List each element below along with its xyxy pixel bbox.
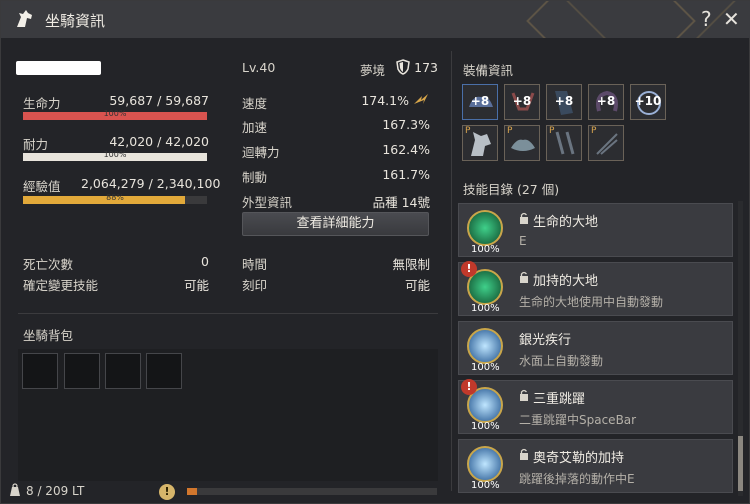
appearance-value: 品種 14號 (372, 195, 430, 210)
engrave-value: 可能 (404, 278, 430, 293)
close-button[interactable]: ✕ (723, 8, 740, 30)
enhance-level: +8 (596, 94, 616, 108)
skill-name: 三重跳躍 (533, 392, 586, 407)
pearl-badge: P (549, 126, 555, 136)
enhance-level: +8 (554, 94, 574, 108)
lock-icon (520, 389, 528, 401)
column-divider (451, 51, 452, 491)
weight-bar (187, 488, 437, 495)
hp-value: 59,687 / 59,687 (109, 93, 209, 108)
skill-desc: 跳躍後掉落的動作中E (519, 472, 635, 486)
title-bar[interactable]: 坐騎資訊 ? ✕ (1, 1, 750, 38)
skill-icon (467, 210, 503, 246)
hp-percent: 100% (103, 109, 127, 118)
engrave-label: 刻印 (242, 278, 268, 293)
equip-slot-costume-stirrups[interactable]: P (546, 125, 582, 161)
skill-name: 奧奇艾勒的加持 (533, 451, 625, 466)
warning-icon: ! (461, 261, 477, 277)
braking-value: 161.7% (382, 167, 430, 182)
bag-slot[interactable] (64, 353, 100, 389)
enhance-level: +10 (634, 94, 662, 108)
equipment-title: 裝備資訊 (463, 63, 514, 78)
weight-icon (10, 483, 20, 496)
speed-value: 174.1% (361, 93, 409, 108)
lock-icon (520, 448, 528, 460)
exp-bar: 88% (23, 193, 207, 204)
skill-name: 生命的大地 (533, 215, 599, 230)
mount-name-redacted (16, 61, 101, 75)
skill-item[interactable]: 100% ! 三重跳躍 二重跳躍中SpaceBar (458, 379, 733, 434)
equip-slot-costume-saddle[interactable]: P (504, 125, 540, 161)
bag-slot[interactable] (22, 353, 58, 389)
appearance-label: 外型資訊 (242, 195, 293, 210)
time-value: 無限制 (392, 257, 430, 272)
skill-item[interactable]: 100% 銀光疾行 水面上自動發動 (458, 321, 733, 375)
warning-icon: ! (159, 484, 175, 500)
turning-value: 162.4% (382, 142, 430, 157)
equip-slot-barding[interactable]: +8 (546, 84, 582, 120)
equip-slot-costume-head[interactable]: P (462, 125, 498, 161)
skill-desc: 二重跳躍中SpaceBar (519, 413, 637, 427)
turning-label: 迴轉力 (242, 145, 280, 160)
dream-value: 173 (414, 60, 438, 75)
lock-icon (520, 212, 528, 224)
acceleration-label: 加速 (242, 120, 268, 135)
hp-bar: 100% (23, 109, 207, 120)
stamina-bar: 100% (23, 150, 207, 161)
view-details-button[interactable]: 查看詳細能力 (242, 212, 429, 236)
skill-desc: 生命的大地使用中自動發動 (519, 295, 664, 309)
mount-info-window: 坐騎資訊 ? ✕ 生命力 59,687 / 59,687 100% 耐力 42,… (0, 0, 750, 504)
equip-slot-saddle[interactable]: +8 (462, 84, 498, 120)
bag-slot[interactable] (105, 353, 141, 389)
skill-change-label: 確定變更技能 (23, 278, 99, 293)
enhance-level: +8 (470, 94, 490, 108)
skills-scrollbar[interactable] (738, 201, 743, 496)
enhance-level: +8 (512, 94, 532, 108)
skill-change-value: 可能 (183, 278, 209, 293)
equip-slot-stirrups[interactable]: +8 (504, 84, 540, 120)
time-label: 時間 (242, 257, 268, 272)
window-title: 坐騎資訊 (45, 12, 106, 30)
scrollbar-thumb[interactable] (738, 436, 743, 491)
exp-percent: 88% (106, 193, 124, 202)
acceleration-value: 167.3% (382, 117, 430, 132)
bag-title: 坐騎背包 (23, 328, 74, 343)
equip-slot-shoe[interactable]: +10 (630, 84, 666, 120)
skills-title: 技能目錄 (27 個) (463, 182, 560, 197)
warning-icon: ! (461, 379, 477, 395)
pearl-badge: P (465, 126, 471, 136)
horse-icon (17, 10, 32, 27)
section-divider (18, 313, 438, 314)
death-count-value: 0 (201, 254, 209, 269)
equip-slot-costume-foot[interactable]: P (588, 125, 624, 161)
skill-item[interactable]: 100% 奧奇艾勒的加持 跳躍後掉落的動作中E (458, 439, 733, 493)
lock-icon (520, 271, 528, 283)
death-count-label: 死亡次數 (23, 257, 74, 272)
help-button[interactable]: ? (701, 8, 712, 30)
skill-item[interactable]: 100% ! 加持的大地 生命的大地使用中自動發動 (458, 261, 733, 316)
mount-bag (18, 349, 438, 481)
exp-value: 2,064,279 / 2,340,100 (81, 176, 221, 191)
equip-slot-horseshoe[interactable]: +8 (588, 84, 624, 120)
skill-icon (467, 446, 503, 482)
braking-label: 制動 (242, 170, 268, 185)
speed-label: 速度 (242, 96, 268, 111)
stamina-value: 42,020 / 42,020 (109, 134, 209, 149)
pearl-badge: P (591, 126, 597, 136)
skill-item[interactable]: 100% 生命的大地 E (458, 203, 733, 257)
bag-slot[interactable] (146, 353, 182, 389)
stamina-percent: 100% (103, 150, 127, 159)
speed-boost-icon (414, 94, 428, 104)
pearl-badge: P (507, 126, 513, 136)
dream-label: 夢境 (360, 63, 386, 78)
skill-name: 加持的大地 (533, 274, 599, 289)
skill-desc: E (519, 234, 527, 248)
skill-icon (467, 328, 503, 364)
skill-name: 銀光疾行 (519, 333, 572, 348)
weight-value: 8 / 209 LT (26, 484, 85, 498)
skill-desc: 水面上自動發動 (519, 354, 604, 368)
mount-level: Lv.40 (242, 60, 276, 75)
